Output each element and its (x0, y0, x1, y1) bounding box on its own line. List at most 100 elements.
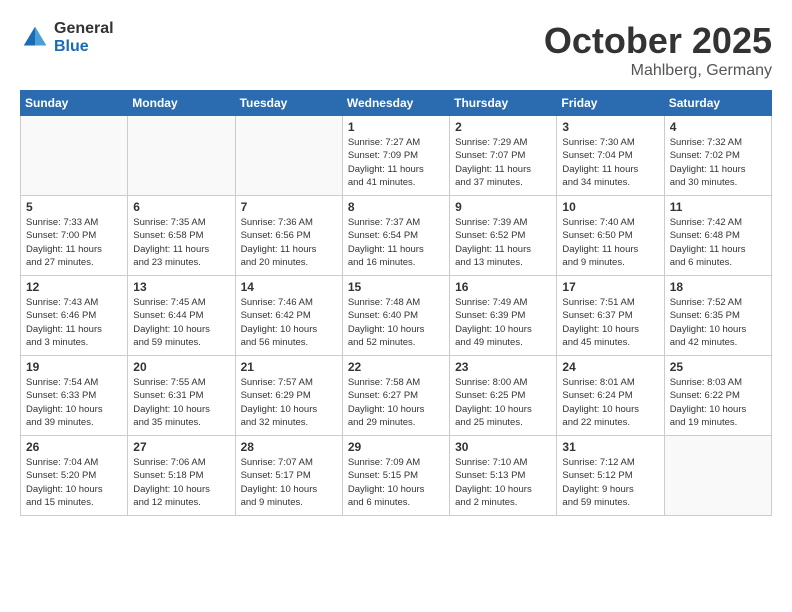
day-info: Sunrise: 7:49 AM Sunset: 6:39 PM Dayligh… (455, 296, 551, 349)
day-info: Sunrise: 7:37 AM Sunset: 6:54 PM Dayligh… (348, 216, 444, 269)
calendar-cell: 13Sunrise: 7:45 AM Sunset: 6:44 PM Dayli… (128, 276, 235, 356)
day-info: Sunrise: 7:30 AM Sunset: 7:04 PM Dayligh… (562, 136, 658, 189)
day-info: Sunrise: 7:58 AM Sunset: 6:27 PM Dayligh… (348, 376, 444, 429)
calendar-cell: 22 Sunrise: 7:58 AM Sunset: 6:27 PM Dayli… (342, 356, 449, 436)
day-info: Sunrise: 7:42 AM Sunset: 6:48 PM Dayligh… (670, 216, 766, 269)
day-number: 11 (670, 200, 766, 214)
day-info: Sunrise: 7:57 AM Sunset: 6:29 PM Dayligh… (241, 376, 337, 429)
day-number: 4 (670, 120, 766, 134)
calendar-cell: 18Sunrise: 7:52 AM Sunset: 6:35 PM Dayli… (664, 276, 771, 356)
calendar-cell: 3 Sunrise: 7:30 AM Sunset: 7:04 PM Daylig… (557, 116, 664, 196)
logo-text: General Blue (54, 20, 114, 55)
day-info: Sunrise: 7:32 AM Sunset: 7:02 PM Dayligh… (670, 136, 766, 189)
day-info: Sunrise: 7:33 AM Sunset: 7:00 PM Dayligh… (26, 216, 122, 269)
week-row-4: 19 Sunrise: 7:54 AM Sunset: 6:33 PM Dayli… (21, 356, 772, 436)
calendar-cell: 6 Sunrise: 7:35 AM Sunset: 6:58 PM Daylig… (128, 196, 235, 276)
calendar-cell: 4 Sunrise: 7:32 AM Sunset: 7:02 PM Daylig… (664, 116, 771, 196)
day-number: 22 (348, 360, 444, 374)
calendar-cell (128, 116, 235, 196)
col-header-friday: Friday (557, 91, 664, 116)
calendar-cell: 31 Sunrise: 7:12 AM Sunset: 5:12 PM Dayli… (557, 436, 664, 516)
calendar-cell: 1Sunrise: 7:27 AM Sunset: 7:09 PM Daylig… (342, 116, 449, 196)
calendar-cell: 21 Sunrise: 7:57 AM Sunset: 6:29 PM Dayli… (235, 356, 342, 436)
day-info: Sunrise: 7:54 AM Sunset: 6:33 PM Dayligh… (26, 376, 122, 429)
week-row-5: 26 Sunrise: 7:04 AM Sunset: 5:20 PM Dayli… (21, 436, 772, 516)
day-info: Sunrise: 7:48 AM Sunset: 6:40 PM Dayligh… (348, 296, 444, 349)
logo-general-text: General (54, 20, 114, 38)
calendar-cell (235, 116, 342, 196)
day-number: 24 (562, 360, 658, 374)
day-info: Sunrise: 7:07 AM Sunset: 5:17 PM Dayligh… (241, 456, 337, 509)
day-number: 31 (562, 440, 658, 454)
day-number: 30 (455, 440, 551, 454)
calendar-cell: 8 Sunrise: 7:37 AM Sunset: 6:54 PM Daylig… (342, 196, 449, 276)
col-header-thursday: Thursday (450, 91, 557, 116)
day-number: 9 (455, 200, 551, 214)
day-info: Sunrise: 7:52 AM Sunset: 6:35 PM Dayligh… (670, 296, 766, 349)
day-number: 19 (26, 360, 122, 374)
calendar-cell (21, 116, 128, 196)
day-number: 2 (455, 120, 551, 134)
day-number: 16 (455, 280, 551, 294)
calendar-cell: 29 Sunrise: 7:09 AM Sunset: 5:15 PM Dayli… (342, 436, 449, 516)
day-number: 28 (241, 440, 337, 454)
logo-blue-text: Blue (54, 38, 114, 56)
day-number: 3 (562, 120, 658, 134)
calendar-cell: 30 Sunrise: 7:10 AM Sunset: 5:13 PM Dayli… (450, 436, 557, 516)
calendar-cell: 5 Sunrise: 7:33 AM Sunset: 7:00 PM Daylig… (21, 196, 128, 276)
page-header: General Blue October 2025 Mahlberg, Germ… (20, 20, 772, 80)
day-number: 5 (26, 200, 122, 214)
calendar-cell: 24 Sunrise: 8:01 AM Sunset: 6:24 PM Dayli… (557, 356, 664, 436)
calendar-cell: 23Sunrise: 8:00 AM Sunset: 6:25 PM Dayli… (450, 356, 557, 436)
header-row: SundayMondayTuesdayWednesdayThursdayFrid… (21, 91, 772, 116)
calendar-cell: 10 Sunrise: 7:40 AM Sunset: 6:50 PM Dayli… (557, 196, 664, 276)
day-info: Sunrise: 7:29 AM Sunset: 7:07 PM Dayligh… (455, 136, 551, 189)
day-number: 17 (562, 280, 658, 294)
calendar-cell: 27Sunrise: 7:06 AM Sunset: 5:18 PM Dayli… (128, 436, 235, 516)
day-info: Sunrise: 7:04 AM Sunset: 5:20 PM Dayligh… (26, 456, 122, 509)
col-header-monday: Monday (128, 91, 235, 116)
calendar-cell: 15Sunrise: 7:48 AM Sunset: 6:40 PM Dayli… (342, 276, 449, 356)
logo: General Blue (20, 20, 114, 55)
day-info: Sunrise: 7:40 AM Sunset: 6:50 PM Dayligh… (562, 216, 658, 269)
day-number: 6 (133, 200, 229, 214)
day-number: 29 (348, 440, 444, 454)
week-row-2: 5 Sunrise: 7:33 AM Sunset: 7:00 PM Daylig… (21, 196, 772, 276)
calendar-cell (664, 436, 771, 516)
day-number: 26 (26, 440, 122, 454)
calendar-cell: 12Sunrise: 7:43 AM Sunset: 6:46 PM Dayli… (21, 276, 128, 356)
day-number: 25 (670, 360, 766, 374)
month-title: October 2025 (544, 20, 772, 62)
title-block: October 2025 Mahlberg, Germany (544, 20, 772, 80)
location: Mahlberg, Germany (544, 62, 772, 80)
day-info: Sunrise: 7:12 AM Sunset: 5:12 PM Dayligh… (562, 456, 658, 509)
calendar-cell: 28 Sunrise: 7:07 AM Sunset: 5:17 PM Dayli… (235, 436, 342, 516)
calendar-cell: 16 Sunrise: 7:49 AM Sunset: 6:39 PM Dayli… (450, 276, 557, 356)
col-header-wednesday: Wednesday (342, 91, 449, 116)
calendar-cell: 2 Sunrise: 7:29 AM Sunset: 7:07 PM Daylig… (450, 116, 557, 196)
logo-icon (20, 23, 50, 53)
day-info: Sunrise: 7:46 AM Sunset: 6:42 PM Dayligh… (241, 296, 337, 349)
day-info: Sunrise: 7:39 AM Sunset: 6:52 PM Dayligh… (455, 216, 551, 269)
week-row-1: 1Sunrise: 7:27 AM Sunset: 7:09 PM Daylig… (21, 116, 772, 196)
calendar-cell: 17Sunrise: 7:51 AM Sunset: 6:37 PM Dayli… (557, 276, 664, 356)
calendar-cell: 9 Sunrise: 7:39 AM Sunset: 6:52 PM Daylig… (450, 196, 557, 276)
day-info: Sunrise: 8:01 AM Sunset: 6:24 PM Dayligh… (562, 376, 658, 429)
col-header-tuesday: Tuesday (235, 91, 342, 116)
day-number: 10 (562, 200, 658, 214)
day-info: Sunrise: 7:36 AM Sunset: 6:56 PM Dayligh… (241, 216, 337, 269)
calendar-cell: 7Sunrise: 7:36 AM Sunset: 6:56 PM Daylig… (235, 196, 342, 276)
col-header-sunday: Sunday (21, 91, 128, 116)
day-number: 1 (348, 120, 444, 134)
day-number: 20 (133, 360, 229, 374)
day-info: Sunrise: 7:35 AM Sunset: 6:58 PM Dayligh… (133, 216, 229, 269)
day-info: Sunrise: 8:03 AM Sunset: 6:22 PM Dayligh… (670, 376, 766, 429)
day-number: 21 (241, 360, 337, 374)
calendar-cell: 25 Sunrise: 8:03 AM Sunset: 6:22 PM Dayli… (664, 356, 771, 436)
day-number: 27 (133, 440, 229, 454)
calendar-cell: 19 Sunrise: 7:54 AM Sunset: 6:33 PM Dayli… (21, 356, 128, 436)
day-info: Sunrise: 7:09 AM Sunset: 5:15 PM Dayligh… (348, 456, 444, 509)
day-info: Sunrise: 7:10 AM Sunset: 5:13 PM Dayligh… (455, 456, 551, 509)
calendar-cell: 11 Sunrise: 7:42 AM Sunset: 6:48 PM Dayli… (664, 196, 771, 276)
day-number: 8 (348, 200, 444, 214)
